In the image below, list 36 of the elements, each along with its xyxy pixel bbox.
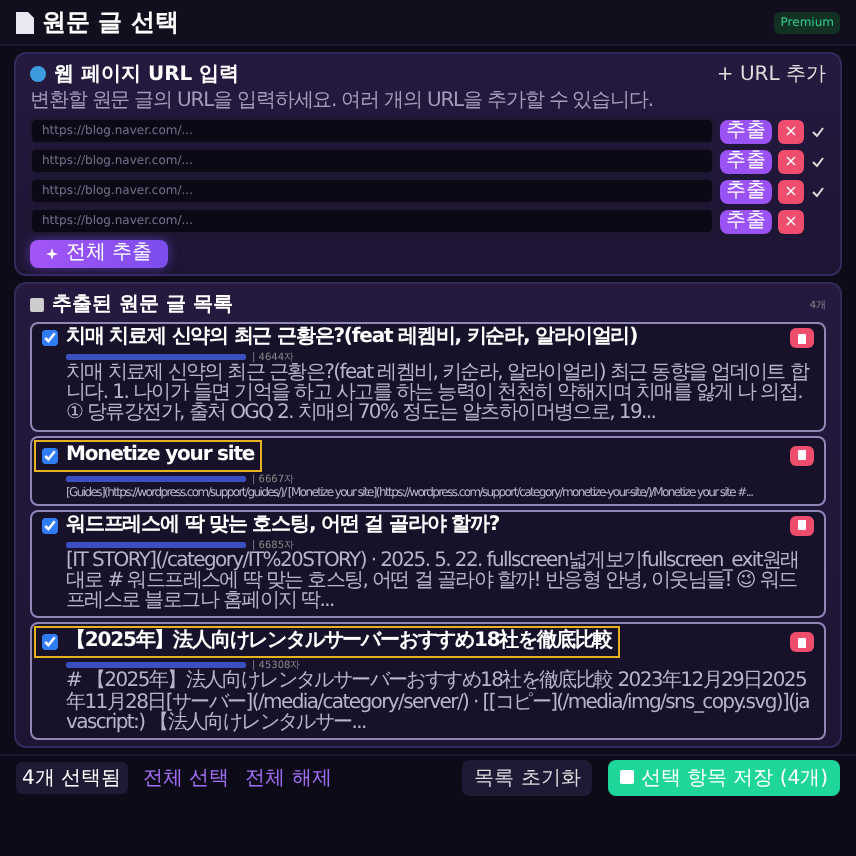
article-title: 워드프레스에 딱 맞는 호스팅, 어떤 걸 골라야 할까? xyxy=(66,513,500,538)
delete-button[interactable] xyxy=(790,515,814,536)
remove-button[interactable]: × xyxy=(778,209,804,233)
article-checkbox[interactable] xyxy=(42,447,58,464)
globe-icon xyxy=(30,66,46,82)
section-title: 웹 페이지 URL 입력 xyxy=(54,62,240,88)
article-title: Monetize your site xyxy=(66,443,255,468)
extract-button[interactable]: 추출 xyxy=(720,179,772,203)
delete-button[interactable] xyxy=(790,445,814,466)
article-checkbox[interactable] xyxy=(42,634,58,651)
section-description: 변환할 원문 글의 URL을 입력하세요. 여러 개의 URL을 추가할 수 있습니다. xyxy=(30,90,655,114)
deselect-all-link[interactable]: 전체 해제 xyxy=(245,763,332,792)
delete-button[interactable] xyxy=(790,632,814,653)
section-title: 추출된 원문 글 목록 xyxy=(52,292,233,318)
article-excerpt: [IT STORY](/category/IT%20STORY) · 2025. 5. 22. fullscreen넓게보기fullscreen_exit원래대로 # 워드프레스에 딱 맞는 호스팅, 어떤 걸 골라야 할까! 반응형 안녕, 이웃님들! 😉 워드프레스로 블로그나 홈페이지 딱... xyxy=(66,551,801,613)
extract-button[interactable]: 추출 xyxy=(720,149,772,173)
add-url-button[interactable]: + URL 추가 xyxy=(716,60,826,88)
remove-button[interactable]: × xyxy=(778,119,804,143)
page-title: 원문 글 선택 xyxy=(42,5,179,39)
reset-list-button[interactable]: 목록 초기화 xyxy=(462,759,593,796)
document-icon xyxy=(16,11,34,33)
extract-button[interactable]: 추출 xyxy=(720,209,772,233)
article-checkbox[interactable] xyxy=(42,517,58,534)
sparkle-icon xyxy=(46,248,58,260)
extract-all-button[interactable]: 전체 추출 xyxy=(30,240,169,268)
article-title: 【2025年】法人向けレンタルサーバーおすすめ18社を徹底比較 xyxy=(66,630,613,655)
extract-button[interactable]: 추출 xyxy=(720,119,772,143)
article-title: 치매 치료제 신약의 최근 근황은?(feat 레켐비, 키순라, 알라이얼리) xyxy=(66,326,638,350)
select-all-link[interactable]: 전체 선택 xyxy=(143,763,230,792)
remove-button[interactable]: × xyxy=(778,149,804,173)
delete-button[interactable] xyxy=(790,328,814,348)
remove-button[interactable]: × xyxy=(778,179,804,203)
article-checkbox[interactable] xyxy=(42,330,58,346)
selected-count: 4개 선택됨 xyxy=(16,761,128,794)
article-excerpt: 치매 치료제 신약의 최근 근황은?(feat 레켐비, 키순라, 알라이얼리) 최근 동향을 업데이트 합니다. 1. 나이가 들면 기억을 하고 사고를 하는 능력이 천천히 약해지며 치매를 앓게 나 의접. ① 당류강전가, 출처 OGQ 2. 치매의 70% 정도는 알츠하이머병으로, 19... xyxy=(66,364,811,426)
article-excerpt: # 【2025年】法人向けレンタルサーバーおすすめ18社を徹底比較 2023年12月29日2025年11月28日[サーバー](/media/category/server/) · [[コピー](/media/img/sns_copy.svg)](javascript:) 【法人向けレンタルサー... xyxy=(66,672,811,734)
